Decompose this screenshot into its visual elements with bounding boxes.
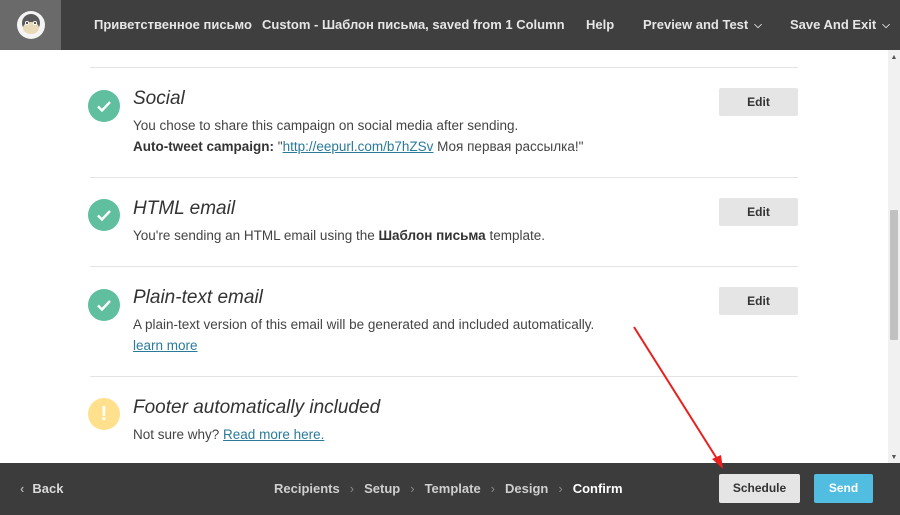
template-name[interactable]: Custom - Шаблон письма, saved from 1 Col…: [262, 0, 565, 50]
social-title: Social: [133, 88, 185, 109]
edit-social-button[interactable]: Edit: [719, 88, 798, 116]
step-template[interactable]: Template: [425, 481, 481, 496]
scroll-up-icon[interactable]: ▲: [890, 54, 898, 61]
html-email-description: You're sending an HTML email using the Ш…: [133, 225, 545, 246]
plain-text-learn-more: learn more: [133, 335, 198, 356]
confirm-content: Social You chose to share this campaign …: [0, 50, 888, 463]
social-description: You chose to share this campaign on soci…: [133, 118, 519, 133]
help-link[interactable]: Help: [586, 0, 614, 50]
edit-plain-text-button[interactable]: Edit: [719, 287, 798, 315]
template-name-bold: Шаблон письма: [378, 228, 486, 243]
step-design[interactable]: Design: [505, 481, 548, 496]
autotweet-line: Auto-tweet campaign: "http://eepurl.com/…: [133, 136, 583, 157]
check-icon: [88, 90, 120, 122]
chevron-right-icon: ›: [558, 481, 563, 496]
preview-test-label: Preview and Test: [643, 17, 749, 32]
divider: [90, 376, 798, 377]
send-button[interactable]: Send: [814, 474, 873, 503]
plain-text-title: Plain-text email: [133, 287, 263, 308]
step-setup[interactable]: Setup: [364, 481, 400, 496]
divider: [90, 177, 798, 178]
chevron-right-icon: ›: [410, 481, 415, 496]
autotweet-link[interactable]: http://eepurl.com/b7hZSv: [283, 139, 434, 154]
chevron-down-icon: ⌵: [882, 20, 890, 31]
vertical-scrollbar[interactable]: ▲ ▼: [888, 50, 900, 463]
top-bar: Приветственное письмо Custom - Шаблон пи…: [0, 0, 900, 50]
divider: [90, 67, 798, 68]
back-button[interactable]: ‹ Back: [20, 463, 63, 515]
footer-title: Footer automatically included: [133, 397, 381, 418]
autotweet-label: Auto-tweet campaign:: [133, 139, 275, 154]
check-icon: [88, 199, 120, 231]
mailchimp-logo-icon[interactable]: [0, 0, 61, 50]
learn-more-link[interactable]: learn more: [133, 338, 198, 353]
plain-text-description: A plain-text version of this email will …: [133, 317, 595, 332]
edit-html-email-button[interactable]: Edit: [719, 198, 798, 226]
chevron-left-icon: ‹: [20, 481, 25, 496]
save-exit-label: Save And Exit: [790, 17, 877, 32]
footer-text: Not sure why?: [133, 427, 224, 442]
scroll-down-icon[interactable]: ▼: [890, 454, 898, 461]
chevron-right-icon: ›: [490, 481, 496, 496]
schedule-button[interactable]: Schedule: [719, 474, 800, 503]
html-email-text-after: template.: [485, 228, 545, 243]
campaign-name[interactable]: Приветственное письмо: [94, 0, 252, 50]
step-confirm[interactable]: Confirm: [573, 481, 623, 496]
chevron-right-icon: ›: [349, 481, 355, 496]
footer-description: Not sure why? Read more here.: [133, 424, 324, 445]
save-exit-menu[interactable]: Save And Exit ⌵: [790, 0, 890, 50]
check-icon: [88, 289, 120, 321]
autotweet-message: Моя первая рассылка!": [433, 139, 584, 154]
step-breadcrumb: Recipients › Setup › Template › Design › Confirm: [274, 463, 623, 515]
preview-test-menu[interactable]: Preview and Test ⌵: [643, 0, 762, 50]
chevron-down-icon: ⌵: [754, 20, 762, 31]
divider: [90, 266, 798, 267]
back-label: Back: [32, 481, 64, 496]
step-recipients[interactable]: Recipients: [274, 481, 340, 496]
read-more-link[interactable]: Read more here.: [223, 427, 324, 442]
scroll-thumb[interactable]: [890, 210, 898, 340]
warning-icon: !: [88, 398, 120, 430]
bottom-bar: ‹ Back Recipients › Setup › Template › Design › C…: [0, 463, 900, 515]
html-email-title: HTML email: [133, 198, 236, 219]
html-email-text-before: You're sending an HTML email using the: [133, 228, 379, 243]
